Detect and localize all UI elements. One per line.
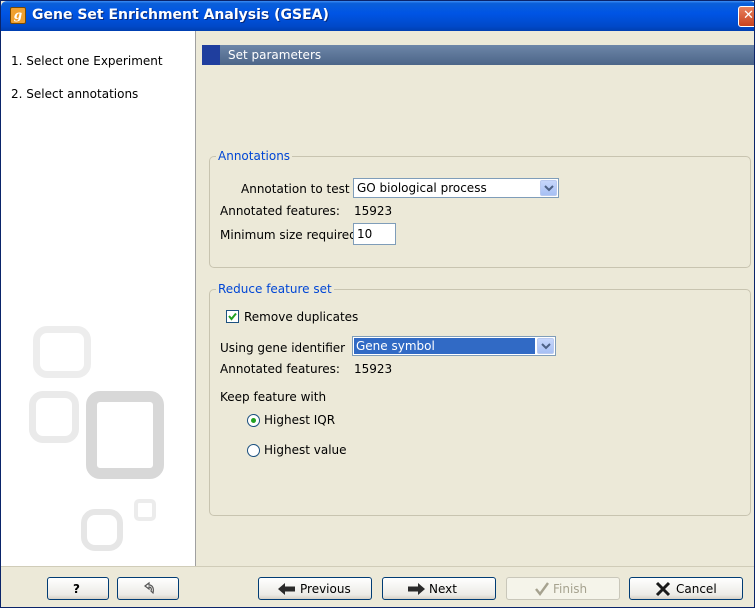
- highest-value-radio[interactable]: [247, 444, 260, 457]
- remove-duplicates-label[interactable]: Remove duplicates: [244, 310, 358, 324]
- window-title: Gene Set Enrichment Analysis (GSEA): [32, 7, 329, 23]
- minimum-size-label: Minimum size required: [220, 228, 357, 242]
- reset-button[interactable]: [117, 577, 179, 600]
- help-button[interactable]: ?: [47, 577, 109, 600]
- decoration-square: [29, 391, 79, 443]
- next-button[interactable]: Next: [382, 577, 496, 600]
- chevron-down-icon: [540, 180, 557, 196]
- annotated-features-value: 15923: [354, 204, 393, 218]
- step-select-annotations: 2. Select annotations: [11, 87, 139, 101]
- keep-feature-label: Keep feature with: [220, 390, 327, 404]
- decoration-square: [81, 509, 123, 551]
- highest-iqr-radio[interactable]: [247, 414, 260, 427]
- checkmark-icon: [535, 582, 549, 596]
- cancel-button[interactable]: Cancel: [629, 577, 743, 600]
- next-label: Next: [429, 582, 457, 596]
- minimum-size-input[interactable]: [354, 224, 395, 244]
- app-icon: g: [10, 7, 26, 24]
- annotations-group-title: Annotations: [216, 149, 293, 163]
- remove-duplicates-checkbox[interactable]: [226, 310, 239, 323]
- annotation-to-test-label: Annotation to test: [241, 182, 350, 196]
- gsea-dialog: g Gene Set Enrichment Analysis (GSEA) ✕ …: [0, 0, 755, 608]
- arrow-right-icon: [408, 583, 425, 595]
- annotated-features-label: Annotated features:: [220, 204, 340, 218]
- minimum-size-field[interactable]: [353, 223, 396, 245]
- arrow-left-icon: [278, 583, 295, 595]
- help-label: ?: [73, 582, 80, 596]
- reduce-feature-set-title: Reduce feature set: [216, 282, 334, 296]
- gene-identifier-label: Using gene identifier: [220, 341, 346, 355]
- previous-button[interactable]: Previous: [258, 577, 372, 600]
- annotation-to-test-dropdown[interactable]: GO biological process: [353, 178, 559, 198]
- decoration-square: [86, 391, 164, 479]
- cancel-label: Cancel: [676, 582, 717, 596]
- section-header-marker: [202, 45, 220, 65]
- section-title: Set parameters: [228, 48, 322, 62]
- annotation-to-test-value: GO biological process: [357, 181, 487, 195]
- previous-label: Previous: [300, 582, 351, 596]
- close-button[interactable]: ✕: [738, 6, 754, 27]
- section-header: Set parameters: [202, 45, 754, 65]
- button-bar: ? Previous Next Finish Cancel: [1, 566, 754, 607]
- radio-selected-dot: [251, 418, 256, 423]
- wizard-steps-sidebar: 1. Select one Experiment 2. Select annot…: [1, 31, 196, 566]
- title-bar[interactable]: g Gene Set Enrichment Analysis (GSEA) ✕: [1, 1, 754, 31]
- finish-label: Finish: [553, 582, 588, 596]
- gene-identifier-value: Gene symbol: [356, 339, 435, 353]
- step-select-experiment: 1. Select one Experiment: [11, 54, 163, 68]
- decoration-square: [134, 499, 156, 521]
- reduce-annotated-features-label: Annotated features:: [220, 362, 340, 376]
- reduce-annotated-features-value: 15923: [354, 362, 393, 376]
- parameters-panel: Set parameters Annotations Annotation to…: [197, 31, 754, 566]
- highest-iqr-label[interactable]: Highest IQR: [264, 413, 335, 427]
- highest-value-label[interactable]: Highest value: [264, 443, 347, 457]
- gene-identifier-dropdown[interactable]: Gene symbol: [352, 336, 556, 356]
- checkmark-icon: [228, 312, 237, 321]
- cancel-x-icon: [655, 581, 671, 597]
- reset-arrow-icon: [144, 581, 154, 595]
- decoration-square: [33, 326, 91, 378]
- chevron-down-icon: [537, 338, 554, 354]
- finish-button[interactable]: Finish: [506, 577, 620, 600]
